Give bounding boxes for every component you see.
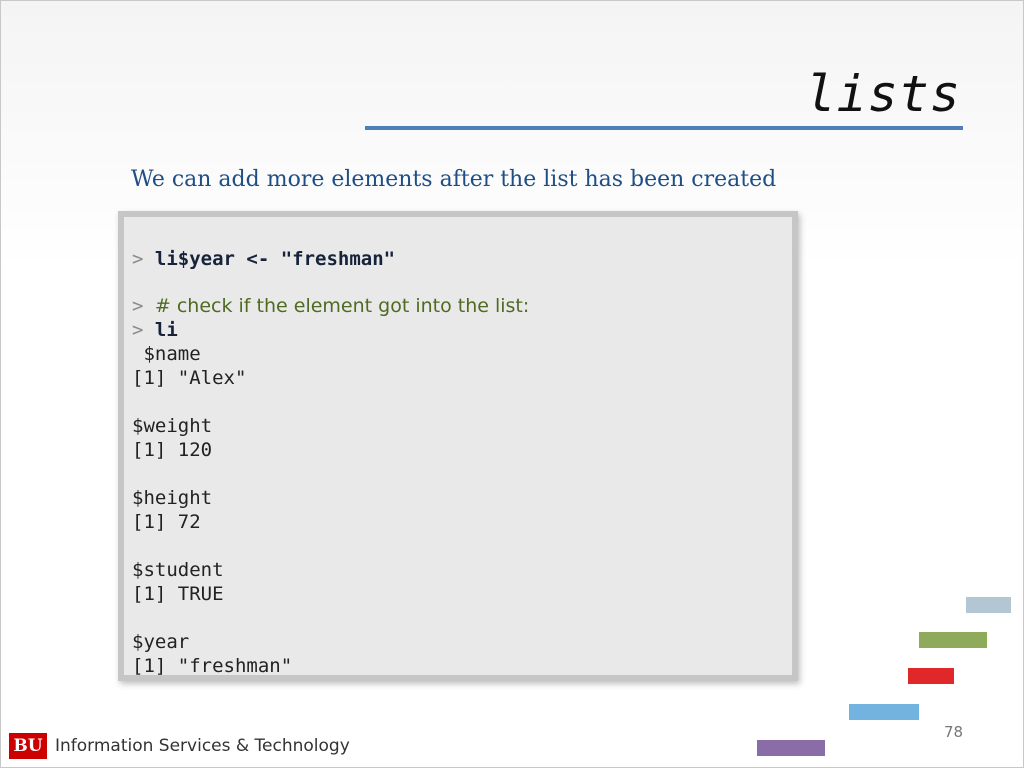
code-output-line bbox=[132, 534, 782, 558]
code-output-line: [1] TRUE bbox=[132, 583, 224, 605]
title-underline bbox=[365, 126, 963, 130]
code-output-line: $year bbox=[132, 631, 190, 653]
bu-logo-icon: BU bbox=[9, 733, 47, 759]
page-number: 78 bbox=[944, 723, 964, 741]
code-line-command-2: > li bbox=[132, 318, 782, 342]
code-output-line bbox=[132, 606, 782, 630]
code-output-line: $height bbox=[132, 487, 213, 509]
code-output-line: $student bbox=[132, 559, 224, 581]
footer-logo: BU Information Services & Technology bbox=[9, 733, 350, 759]
decorative-bar-purple bbox=[757, 740, 825, 756]
code-output-line: [1] 120 bbox=[132, 439, 213, 461]
code-line-comment: > # check if the element got into the li… bbox=[132, 294, 782, 318]
code-line-command-1: > li$year <- "freshman" bbox=[132, 247, 782, 271]
code-output-line: [1] "freshman" bbox=[132, 655, 293, 677]
code-output-line: $name bbox=[132, 343, 201, 365]
decorative-bar-red bbox=[908, 668, 954, 684]
slide-subtitle: We can add more elements after the list … bbox=[131, 167, 777, 192]
console-prompt: > bbox=[132, 248, 144, 270]
code-output-line bbox=[132, 462, 782, 486]
slide: lists We can add more elements after the… bbox=[0, 0, 1024, 768]
decorative-bar-green bbox=[919, 632, 987, 648]
code-output-line: $weight bbox=[132, 415, 213, 437]
code-output-line bbox=[132, 390, 782, 414]
console-prompt: > bbox=[132, 319, 144, 341]
code-command: li bbox=[154, 319, 178, 341]
org-name: Information Services & Technology bbox=[55, 736, 350, 756]
console-prompt: > bbox=[132, 295, 144, 317]
slide-title: lists bbox=[805, 65, 961, 123]
decorative-bar-lightblue bbox=[966, 597, 1011, 613]
code-output-line: [1] 72 bbox=[132, 511, 201, 533]
code-output-line: [1] "Alex" bbox=[132, 367, 247, 389]
code-comment: # check if the element got into the list… bbox=[154, 295, 530, 317]
decorative-bar-blue bbox=[849, 704, 919, 720]
code-command: li$year <- "freshman" bbox=[154, 248, 396, 270]
code-block: > li$year <- "freshman" > # check if the… bbox=[118, 211, 798, 681]
